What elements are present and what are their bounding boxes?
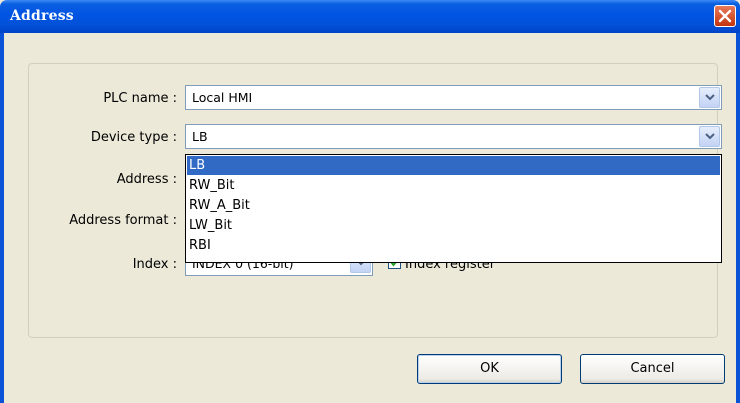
address-format-label: Address format :: [69, 213, 177, 228]
device-type-value: LB: [192, 129, 208, 144]
window-frame-left: [0, 33, 4, 403]
dropdown-option[interactable]: RW_A_Bit: [187, 196, 720, 215]
device-type-dropdown-button[interactable]: [699, 126, 720, 147]
dropdown-option[interactable]: LB: [187, 156, 720, 175]
plc-name-dropdown-button[interactable]: [699, 87, 720, 108]
plc-name-value: Local HMI: [192, 90, 253, 105]
index-label: Index :: [132, 257, 177, 272]
dropdown-option[interactable]: RW_Bit: [187, 176, 720, 195]
address-label: Address :: [116, 172, 177, 187]
window-title: Address: [10, 8, 74, 24]
close-button[interactable]: [714, 5, 736, 27]
dropdown-option[interactable]: LW_Bit: [187, 216, 720, 235]
chevron-down-icon: [705, 133, 715, 140]
close-icon: [718, 9, 732, 23]
device-type-label: Device type :: [90, 130, 177, 145]
window-frame-right: [736, 33, 740, 403]
chevron-down-icon: [705, 94, 715, 101]
title-bar: Address: [0, 0, 740, 33]
cancel-button[interactable]: Cancel: [580, 354, 725, 384]
device-type-dropdown-list: LB RW_Bit RW_A_Bit LW_Bit RBI: [185, 154, 722, 263]
plc-name-label: PLC name :: [103, 91, 177, 106]
ok-button[interactable]: OK: [417, 354, 562, 384]
device-type-combo[interactable]: LB: [185, 124, 722, 149]
plc-name-combo[interactable]: Local HMI: [185, 85, 722, 110]
dropdown-option[interactable]: RBI: [187, 236, 720, 255]
